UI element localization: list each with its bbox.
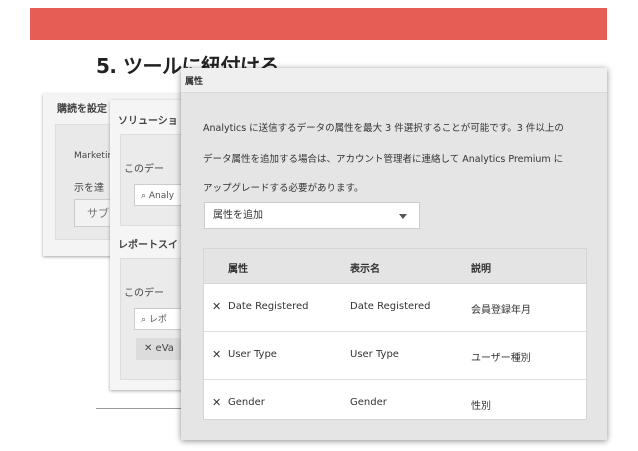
row-description: 会員登録年月 [471, 305, 531, 316]
remove-icon[interactable]: ✕ [212, 396, 221, 409]
subscription-text-1: Marketin [74, 151, 114, 161]
add-attribute-select-label: 属性を追加 [213, 210, 263, 221]
report-suite-text: このデー [124, 288, 164, 299]
solution-heading: ソリューショ [118, 116, 178, 127]
dialog-description-line-2: データ属性を追加する場合は、アカウント管理者に連絡して Analytics Pr… [203, 154, 564, 165]
table-row: ✕ User Type User Type ユーザー種別 [204, 332, 586, 380]
row-attribute: Gender [228, 397, 265, 408]
report-suite-heading: レポートスイ [118, 240, 178, 251]
remove-icon[interactable]: ✕ [212, 300, 221, 313]
divider [96, 408, 186, 409]
attributes-dialog: 属性 Analytics に送信するデータの属性を最大 3 件選択することが可能… [181, 68, 607, 440]
add-attribute-select[interactable]: 属性を追加 [204, 202, 420, 229]
chevron-down-icon [399, 214, 407, 219]
row-display-name: User Type [350, 349, 399, 360]
remove-icon[interactable]: ✕ [212, 348, 221, 361]
attributes-table: 属性 表示名 説明 ✕ Date Registered Date Registe… [203, 248, 587, 420]
row-description: ユーザー種別 [471, 353, 531, 364]
row-attribute: User Type [228, 349, 277, 360]
table-row: ✕ Gender Gender 性別 [204, 380, 586, 427]
solution-text: このデー [124, 164, 164, 175]
dialog-title: 属性 [185, 77, 204, 87]
row-display-name: Date Registered [350, 301, 431, 312]
dialog-description-line-3: アップグレードする必要があります。 [203, 183, 364, 194]
header-attribute: 属性 [228, 264, 248, 275]
row-display-name: Gender [350, 397, 387, 408]
row-description: 性別 [471, 401, 491, 412]
subscription-panel-title: 購読を設定 [57, 104, 107, 115]
header-description: 説明 [471, 264, 491, 275]
table-header: 属性 表示名 説明 [204, 249, 586, 284]
row-attribute: Date Registered [228, 301, 309, 312]
header-display-name: 表示名 [350, 264, 380, 275]
dialog-description-line-1: Analytics に送信するデータの属性を最大 3 件選択することが可能です。… [203, 123, 564, 134]
header-banner [30, 8, 607, 40]
subscription-text-2: 示を達 [74, 183, 104, 194]
dialog-header: 属性 [181, 68, 607, 93]
table-row: ✕ Date Registered Date Registered 会員登録年月 [204, 284, 586, 332]
